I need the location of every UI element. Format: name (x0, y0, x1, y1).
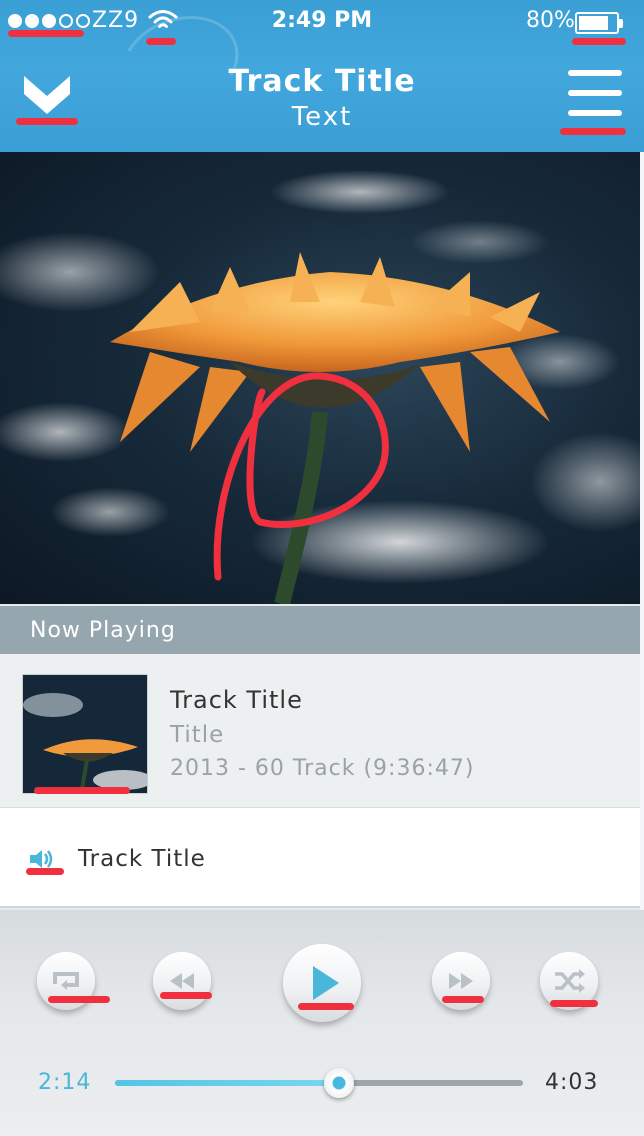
annotation-mark (34, 787, 130, 794)
speaker-icon (30, 850, 53, 868)
rewind-button[interactable] (153, 952, 211, 1010)
annotation-mark (48, 996, 110, 1003)
annotation-mark (298, 1003, 354, 1010)
play-button[interactable] (283, 944, 361, 1022)
annotation-mark (160, 992, 212, 999)
track-header: Track Title Text (0, 64, 644, 134)
current-track-row[interactable]: Track Title (0, 808, 640, 908)
flower-artwork (0, 170, 640, 604)
annotation-mark (26, 868, 64, 875)
elapsed-time: 2:14 (38, 1070, 92, 1095)
right-edge (640, 152, 644, 912)
annotation-mark (146, 38, 176, 45)
total-time: 4:03 (545, 1070, 599, 1095)
status-bar: ZZ9 2:49 PM 80% (0, 0, 644, 44)
app-header: ZZ9 2:49 PM 80% Track Title Text (0, 0, 644, 152)
progress-track[interactable] (115, 1080, 523, 1086)
battery-icon (575, 12, 623, 34)
album-title: Track Title (170, 686, 303, 714)
annotation-mark (16, 118, 78, 125)
annotation-mark (550, 1000, 598, 1007)
battery-percentage: 80% (526, 8, 575, 33)
current-track-title: Track Title (78, 846, 206, 872)
annotation-mark (572, 38, 626, 45)
progress-played (115, 1080, 340, 1086)
annotation-mark (560, 128, 626, 135)
annotation-mark (442, 996, 484, 1003)
album-thumbnail (22, 674, 148, 794)
album-artwork (0, 152, 640, 604)
album-meta: 2013 - 60 Track (9:36:47) (170, 756, 475, 781)
play-icon (313, 966, 339, 1000)
album-subtitle: Title (170, 722, 225, 748)
rewind-icon (170, 973, 194, 989)
header-subtitle: Text (291, 102, 353, 132)
hamburger-icon[interactable] (568, 70, 622, 120)
album-info-row[interactable]: Track Title Title 2013 - 60 Track (9:36:… (0, 654, 640, 808)
header-title: Track Title (228, 64, 416, 99)
annotation-mark (8, 30, 84, 37)
now-playing-header: Now Playing (0, 606, 640, 654)
